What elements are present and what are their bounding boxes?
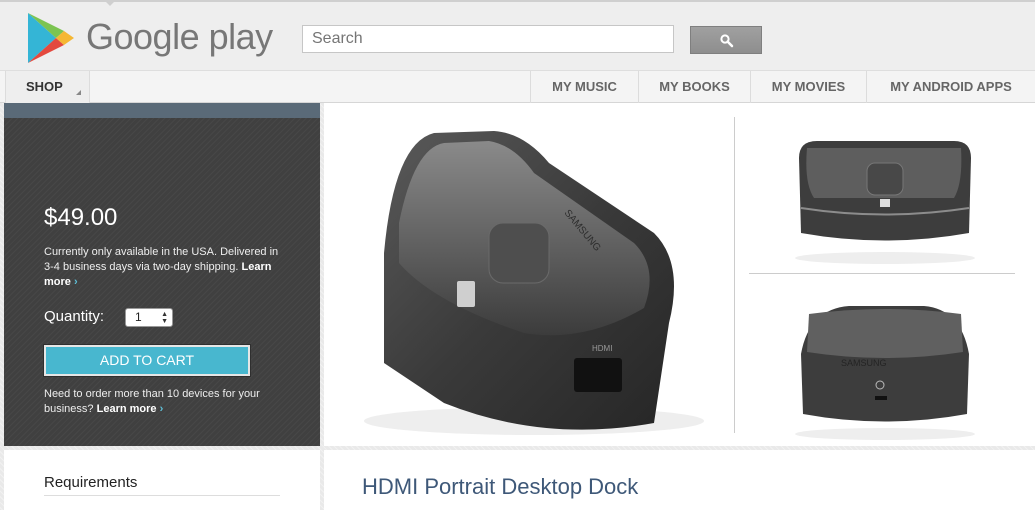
- brand-name[interactable]: Google play: [86, 16, 273, 58]
- add-to-cart-button[interactable]: ADD TO CART: [43, 344, 251, 377]
- svg-text:HDMI: HDMI: [592, 344, 612, 353]
- quantity-label: Quantity:: [44, 308, 105, 325]
- panel-top-strip: [4, 103, 320, 118]
- product-title-panel: HDMI Portrait Desktop Dock: [324, 450, 1035, 510]
- product-thumbnail-front[interactable]: [749, 103, 1035, 273]
- bulk-order-text: Need to order more than 10 devices for y…: [44, 387, 284, 417]
- nav-my-android-apps[interactable]: MY ANDROID APPS: [866, 71, 1035, 103]
- stepper-arrows-icon[interactable]: ▲ ▼: [161, 311, 168, 325]
- nav-my-music[interactable]: MY MUSIC: [530, 71, 638, 103]
- gallery-divider-vertical: [734, 117, 735, 433]
- quantity-value: 1: [135, 310, 142, 324]
- chevron-right-icon: ›: [73, 276, 78, 288]
- search-box[interactable]: [302, 25, 674, 53]
- nav-shop[interactable]: SHOP: [5, 71, 90, 103]
- magnifier-icon: [720, 34, 734, 48]
- bulk-learn-more-link[interactable]: Learn more: [97, 403, 157, 415]
- top-caret: [104, 0, 116, 6]
- chevron-right-icon: ›: [159, 403, 164, 415]
- quantity-stepper[interactable]: 1 ▲ ▼: [125, 308, 173, 327]
- purchase-panel: $49.00 Currently only available in the U…: [4, 103, 320, 446]
- top-header: Google play: [0, 0, 1035, 70]
- svg-text:SAMSUNG: SAMSUNG: [841, 358, 887, 368]
- product-title: HDMI Portrait Desktop Dock: [362, 474, 639, 499]
- google-play-logo[interactable]: [26, 11, 76, 65]
- search-input[interactable]: [303, 26, 673, 52]
- nav-shop-label: SHOP: [26, 79, 63, 94]
- nav-my-books[interactable]: MY BOOKS: [638, 71, 750, 103]
- nav-my-movies[interactable]: MY MOVIES: [750, 71, 866, 103]
- product-gallery: SAMSUNG HDMI SAMSUNG: [324, 103, 1035, 446]
- product-main-image[interactable]: SAMSUNG HDMI: [324, 103, 734, 446]
- requirements-divider: [44, 495, 280, 496]
- availability-text: Currently only available in the USA. Del…: [44, 245, 284, 290]
- search-button[interactable]: [690, 26, 762, 54]
- main-nav: SHOP MY MUSIC MY BOOKS MY MOVIES MY ANDR…: [0, 70, 1035, 103]
- price: $49.00: [44, 204, 118, 231]
- product-thumbnail-back[interactable]: SAMSUNG: [749, 274, 1035, 446]
- dropdown-corner-icon: [76, 90, 81, 95]
- requirements-panel: Requirements: [4, 450, 320, 510]
- requirements-heading: Requirements: [44, 474, 138, 491]
